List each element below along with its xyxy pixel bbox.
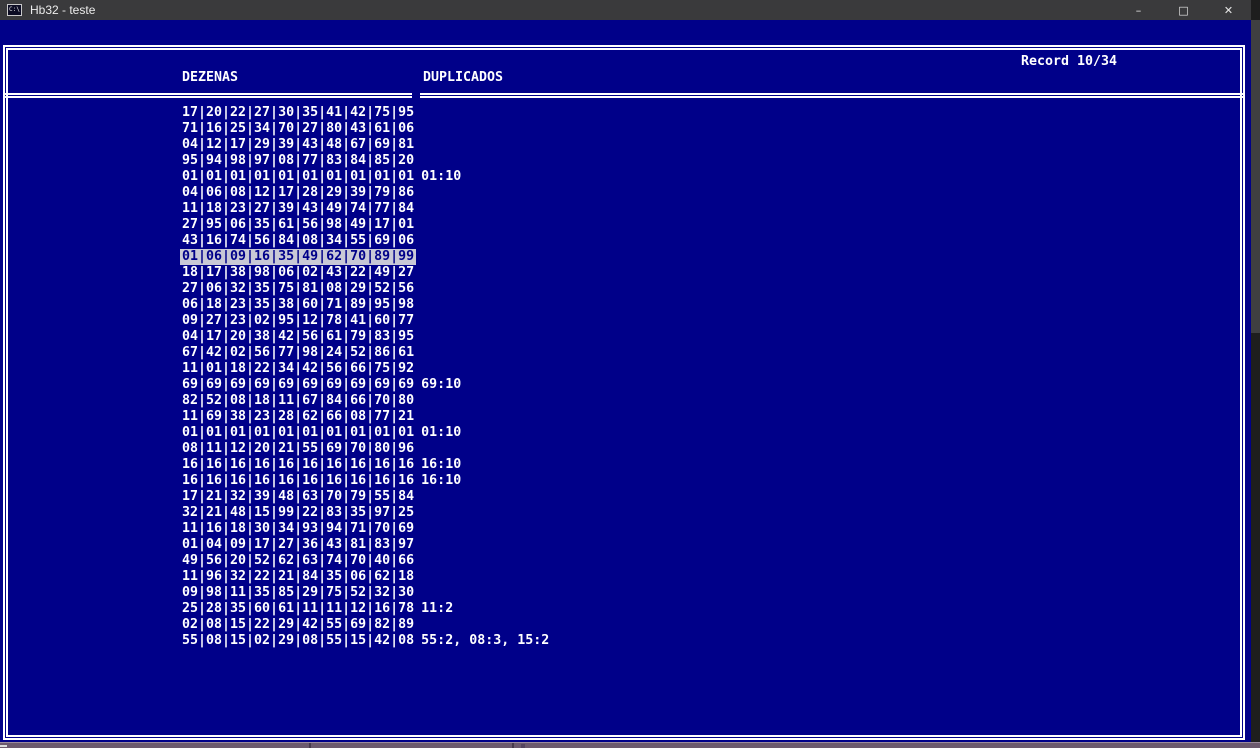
table-row[interactable]: 16|16|16|16|16|16|16|16|16|16 16:10 [182,457,549,473]
header-divider-dezenas [3,93,412,98]
table-row[interactable]: 08|11|12|20|21|55|69|70|80|96 [182,441,549,457]
bottom-strip-tick [521,744,525,748]
dezenas-cell: 17|20|22|27|30|35|41|42|75|95 [182,105,415,120]
table-row[interactable]: 09|27|23|02|95|12|78|41|60|77 [182,313,549,329]
dezenas-cell: 27|95|06|35|61|56|98|49|17|01 [182,217,415,232]
dezenas-cell: 11|01|18|22|34|42|56|66|75|92 [182,361,415,376]
table-row[interactable]: 02|08|15|22|29|42|55|69|82|89 [182,617,549,633]
table-row[interactable]: 11|96|32|22|21|84|35|06|62|18 [182,569,549,585]
column-header-duplicados: DUPLICADOS [423,70,504,85]
scrollbar-thumb[interactable] [1251,20,1260,333]
window-title: Hb32 - teste [30,3,96,17]
table-row[interactable]: 71|16|25|34|70|27|80|43|61|06 [182,121,549,137]
dezenas-cell: 04|17|20|38|42|56|61|79|83|95 [182,329,415,344]
console-icon: C:\ [7,4,22,16]
table-row[interactable]: 11|18|23|27|39|43|49|74|77|84 [182,201,549,217]
dezenas-cell: 49|56|20|52|62|63|74|70|40|66 [182,553,415,568]
dezenas-cell: 08|11|12|20|21|55|69|70|80|96 [182,441,415,456]
dezenas-cell: 16|16|16|16|16|16|16|16|16|16 [182,457,415,472]
dezenas-cell: 04|06|08|12|17|28|29|39|79|86 [182,185,415,200]
window-controls: – □ ✕ [1116,0,1251,20]
duplicados-cell: 16:10 [421,473,462,488]
table-row[interactable]: 82|52|08|18|11|67|84|66|70|80 [182,393,549,409]
duplicados-cell: 01:10 [421,169,462,184]
dezenas-cell: 17|21|32|39|48|63|70|79|55|84 [182,489,415,504]
table-row[interactable]: 09|98|11|35|85|29|75|52|32|30 [182,585,549,601]
table-row[interactable]: 04|17|20|38|42|56|61|79|83|95 [182,329,549,345]
duplicados-cell: 55:2, 08:3, 15:2 [421,633,550,648]
dezenas-cell: 55|08|15|02|29|08|55|15|42|08 [182,633,415,648]
table-row[interactable]: 06|18|23|35|38|60|71|89|95|98 [182,297,549,313]
rows: 17|20|22|27|30|35|41|42|75|95 71|16|25|34… [180,105,549,649]
table-row[interactable]: 27|95|06|35|61|56|98|49|17|01 [182,217,549,233]
table-row[interactable]: 17|21|32|39|48|63|70|79|55|84 [182,489,549,505]
header-divider-duplicados [420,93,1245,98]
maximize-button[interactable]: □ [1161,0,1206,20]
table-row[interactable]: 49|56|20|52|62|63|74|70|40|66 [182,553,549,569]
dezenas-cell: 18|17|38|98|06|02|43|22|49|27 [182,265,415,280]
bottom-strip [0,742,1260,748]
record-counter: Record 10/34 [1021,54,1118,69]
dezenas-cell: 32|21|48|15|99|22|83|35|97|25 [182,505,415,520]
table-row[interactable]: 04|12|17|29|39|43|48|67|69|81 [182,137,549,153]
dezenas-cell: 43|16|74|56|84|08|34|55|69|06 [182,233,415,248]
table-row[interactable]: 01|01|01|01|01|01|01|01|01|01 01:10 [182,425,549,441]
dezenas-cell: 11|18|23|27|39|43|49|74|77|84 [182,201,415,216]
duplicados-cell: 16:10 [421,457,462,472]
table-row[interactable]: 11|69|38|23|28|62|66|08|77|21 [182,409,549,425]
table-row[interactable]: 27|06|32|35|75|81|08|29|52|56 [182,281,549,297]
bottom-strip-dash [0,745,7,747]
table-row[interactable]: 01|01|01|01|01|01|01|01|01|01 01:10 [182,169,549,185]
table-row[interactable]: 01|06|09|16|35|49|62|70|89|99 [180,249,549,265]
dezenas-cell: 11|16|18|30|34|93|94|71|70|69 [182,521,415,536]
table-row[interactable]: 32|21|48|15|99|22|83|35|97|25 [182,505,549,521]
close-button[interactable]: ✕ [1206,0,1251,20]
table-row[interactable]: 55|08|15|02|29|08|55|15|42|08 55:2, 08:3,… [182,633,549,649]
duplicados-cell: 01:10 [421,425,462,440]
dezenas-cell: 01|01|01|01|01|01|01|01|01|01 [182,169,415,184]
table-row[interactable]: 69|69|69|69|69|69|69|69|69|69 69:10 [182,377,549,393]
table-row[interactable]: 01|04|09|17|27|36|43|81|83|97 [182,537,549,553]
dezenas-cell: 04|12|17|29|39|43|48|67|69|81 [182,137,415,152]
duplicados-cell: 69:10 [421,377,462,392]
column-header-dezenas: DEZENAS [182,70,239,85]
table-row[interactable]: 25|28|35|60|61|11|11|12|16|78 11:2 [182,601,549,617]
dezenas-cell: 71|16|25|34|70|27|80|43|61|06 [182,121,415,136]
dezenas-cell: 69|69|69|69|69|69|69|69|69|69 [182,377,415,392]
bottom-strip-tick [512,743,514,748]
dezenas-cell: 01|04|09|17|27|36|43|81|83|97 [182,537,415,552]
dezenas-cell: 01|01|01|01|01|01|01|01|01|01 [182,425,415,440]
duplicados-cell: 11:2 [421,601,454,616]
table-row[interactable]: 04|06|08|12|17|28|29|39|79|86 [182,185,549,201]
table-row[interactable]: 17|20|22|27|30|35|41|42|75|95 [182,105,549,121]
dezenas-cell: 06|18|23|35|38|60|71|89|95|98 [182,297,415,312]
dezenas-cell: 09|27|23|02|95|12|78|41|60|77 [182,313,415,328]
dezenas-cell: 11|96|32|22|21|84|35|06|62|18 [182,569,415,584]
dezenas-cell: 16|16|16|16|16|16|16|16|16|16 [182,473,415,488]
dezenas-cell: 82|52|08|18|11|67|84|66|70|80 [182,393,415,408]
dezenas-cell: 67|42|02|56|77|98|24|52|86|61 [182,345,415,360]
console-screen: Record 10/34 DEZENAS DUPLICADOS 17|20|22… [0,20,1251,742]
dezenas-cell: 95|94|98|97|08|77|83|84|85|20 [182,153,415,168]
table-row[interactable]: 43|16|74|56|84|08|34|55|69|06 [182,233,549,249]
dezenas-cell: 09|98|11|35|85|29|75|52|32|30 [182,585,415,600]
dezenas-cell: 01|06|09|16|35|49|62|70|89|99 [180,249,417,265]
bottom-strip-tick [309,743,311,748]
vertical-scrollbar[interactable] [1251,0,1260,742]
table-row[interactable]: 11|01|18|22|34|42|56|66|75|92 [182,361,549,377]
table-row[interactable]: 16|16|16|16|16|16|16|16|16|16 16:10 [182,473,549,489]
dezenas-cell: 11|69|38|23|28|62|66|08|77|21 [182,409,415,424]
table-row[interactable]: 18|17|38|98|06|02|43|22|49|27 [182,265,549,281]
table-row[interactable]: 67|42|02|56|77|98|24|52|86|61 [182,345,549,361]
dezenas-cell: 02|08|15|22|29|42|55|69|82|89 [182,617,415,632]
dezenas-cell: 25|28|35|60|61|11|11|12|16|78 [182,601,415,616]
title-bar: C:\ Hb32 - teste – □ ✕ [0,0,1251,20]
table-row[interactable]: 11|16|18|30|34|93|94|71|70|69 [182,521,549,537]
table-row[interactable]: 95|94|98|97|08|77|83|84|85|20 [182,153,549,169]
dezenas-cell: 27|06|32|35|75|81|08|29|52|56 [182,281,415,296]
minimize-button[interactable]: – [1116,0,1161,20]
